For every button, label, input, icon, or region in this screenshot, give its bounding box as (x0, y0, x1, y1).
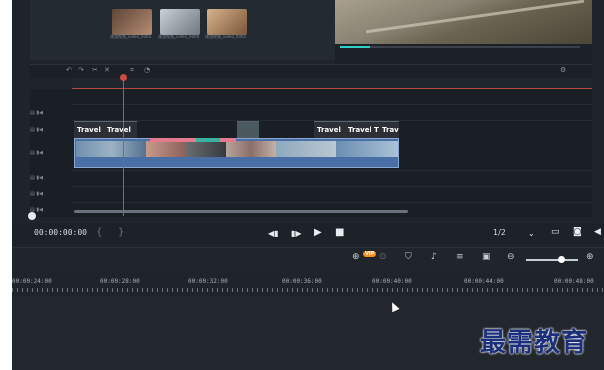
play-slow-icon[interactable]: ▮▶ (291, 229, 302, 238)
zoom-out-icon[interactable]: ⊖ (507, 252, 515, 262)
prev-frame-icon[interactable]: ◀▮ (268, 229, 279, 238)
media-thumb-label: 旅游视频_video_0003 (110, 34, 152, 39)
timeline-ruler-top[interactable] (72, 78, 592, 88)
mark-in-button[interactable]: { (96, 227, 102, 238)
video-frame (276, 141, 336, 157)
list-icon[interactable]: ≡ (456, 252, 464, 262)
track-divider (72, 186, 592, 187)
ruler-label: 00:00:28:00 (100, 278, 140, 285)
zoom-slider-knob[interactable] (558, 256, 565, 263)
stop-icon[interactable]: ■ (335, 227, 344, 238)
monitor-icon[interactable]: ▭ (551, 227, 560, 237)
play-icon[interactable]: ▶ (314, 227, 322, 238)
track-divider (72, 104, 592, 105)
zoom-in-icon[interactable]: ⊕ (586, 252, 594, 262)
audio-segment (196, 138, 220, 142)
title-clip-label: Travel (317, 126, 341, 134)
preview-ratio[interactable]: 1/2 (493, 228, 506, 237)
video-frame (146, 141, 186, 157)
preview-progress-fill (340, 46, 370, 48)
ruler-label: 00:00:40:00 (372, 278, 412, 285)
track-header-icon[interactable]: ▤ ▮◀ (30, 150, 70, 156)
settings-icon[interactable]: ⚙ (560, 66, 566, 74)
video-frame (76, 141, 146, 157)
vip-badge: VIP (363, 251, 377, 257)
title-clip-label: Trav (382, 126, 399, 134)
track-header-icon[interactable]: ▤ ▮◀ (30, 207, 70, 213)
crop-icon[interactable]: ⌗ (130, 66, 134, 75)
ruler-label: 00:00:36:00 (282, 278, 322, 285)
title-clip[interactable]: T (371, 121, 379, 138)
preview-viewer (335, 0, 592, 44)
chevron-down-icon[interactable]: ⌄ (528, 229, 535, 238)
mic-icon[interactable]: ♪ (431, 252, 437, 262)
title-clip[interactable]: Travel (104, 121, 137, 138)
volume-icon[interactable]: ◀ (594, 227, 601, 237)
timecode: 00:00:00:00 (34, 228, 87, 237)
track-header-icon[interactable]: ▤ ▮◀ (30, 110, 70, 116)
timeline-toolbar (30, 64, 592, 79)
title-clip[interactable] (237, 121, 259, 138)
ruler-label: 00:00:48:00 (554, 278, 594, 285)
title-clip[interactable]: Trav (379, 121, 399, 138)
title-clip[interactable]: Travel (314, 121, 345, 138)
video-frame (186, 141, 226, 157)
ai-icon[interactable]: ⊕ (352, 252, 360, 262)
media-thumb-label: 旅游视频_video_0004 (158, 34, 200, 39)
cut-icon[interactable]: ✂ (92, 66, 98, 74)
audio-segment (220, 138, 236, 142)
subtitle-icon[interactable]: ▣ (482, 252, 491, 262)
media-thumb-label: 旅游视频_video_0005 (205, 34, 247, 39)
title-clip-label: Travel (348, 126, 372, 134)
render-icon[interactable]: ⊙ (379, 252, 387, 262)
media-thumb-3[interactable] (207, 9, 247, 35)
timeline-scrollbar[interactable] (74, 210, 408, 213)
delete-icon[interactable]: ✕ (104, 66, 110, 74)
playhead[interactable] (123, 76, 124, 216)
undo-icon[interactable]: ↶ (66, 66, 72, 74)
playhead-handle[interactable] (120, 74, 127, 81)
track-divider (72, 170, 592, 171)
redo-icon[interactable]: ↷ (78, 66, 84, 74)
ruler-label: 00:00:32:00 (188, 278, 228, 285)
title-clip[interactable]: Travel (74, 121, 104, 138)
title-clip-label: Travel (107, 126, 131, 134)
scroll-knob[interactable] (28, 212, 36, 220)
ruler-label: 00:00:44:00 (464, 278, 504, 285)
watermark: 最需教育 (480, 328, 589, 358)
video-frame (226, 141, 276, 157)
track-divider (72, 202, 592, 203)
track-header-icon[interactable]: ▤ ▮◀ (30, 191, 70, 197)
camera-icon[interactable]: ◙ (573, 227, 582, 237)
title-clip-label: Travel (77, 126, 101, 134)
ruler-label: 00:00:24:00 (12, 278, 52, 285)
title-clip[interactable]: Travel (345, 121, 372, 138)
speed-icon[interactable]: ◔ (144, 66, 150, 74)
audio-segment (150, 138, 196, 142)
media-thumb-2[interactable] (160, 9, 200, 35)
track-header-icon[interactable]: ▤ ▮◀ (30, 175, 70, 181)
bottom-toolbar (12, 247, 604, 272)
shield-icon[interactable]: ⛉ (405, 252, 412, 262)
zoom-slider[interactable] (526, 259, 578, 261)
video-frame (336, 141, 398, 157)
preview-progress-track[interactable] (340, 46, 580, 48)
track-header-icon[interactable]: ▤ ▮◀ (30, 127, 70, 133)
media-thumb-1[interactable] (112, 9, 152, 35)
ruler-ticks (12, 288, 604, 292)
mark-out-button[interactable]: } (118, 227, 124, 238)
